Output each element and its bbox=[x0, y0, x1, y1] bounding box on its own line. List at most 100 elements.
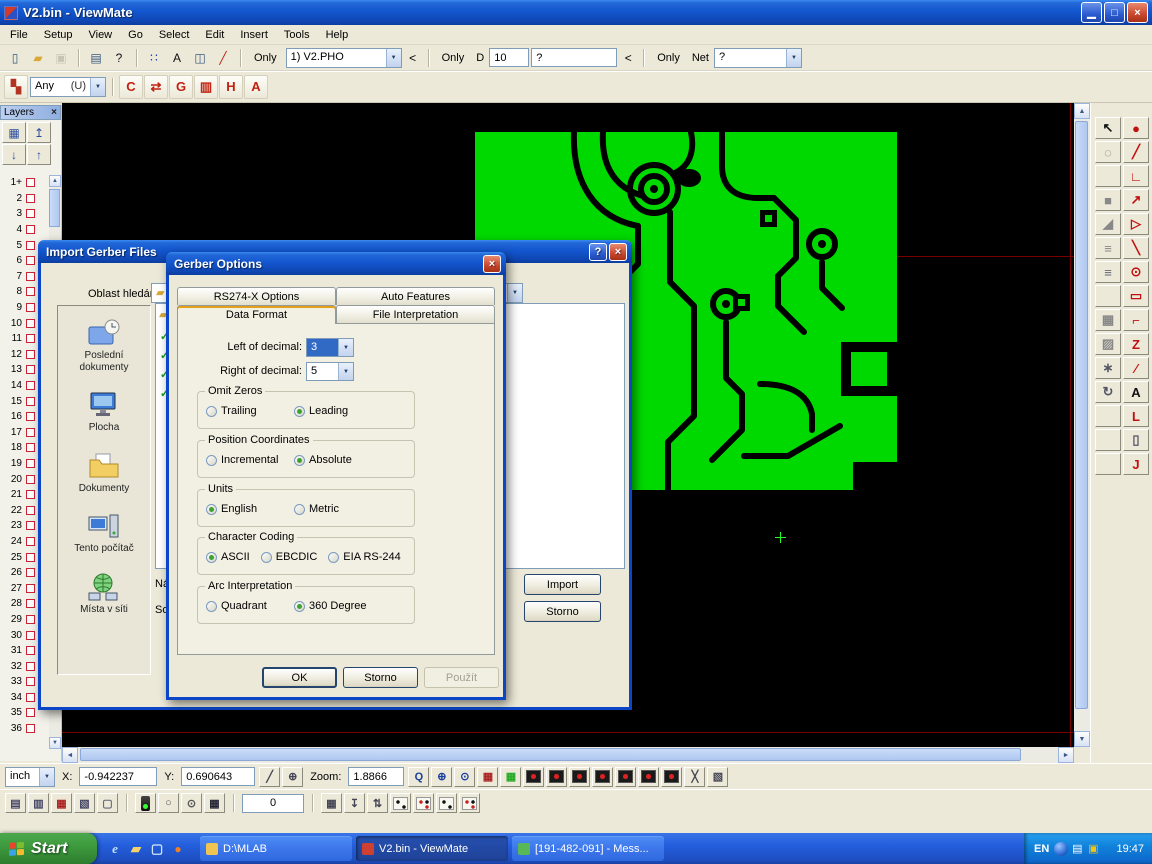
zoom-input[interactable]: 1.8866 bbox=[348, 767, 404, 786]
layer-color-swatch[interactable] bbox=[26, 693, 35, 702]
swap-view-icon[interactable]: ▧ bbox=[707, 767, 728, 787]
scroll-down-icon[interactable]: ▼ bbox=[49, 737, 61, 749]
gerber-dialog-titlebar[interactable]: Gerber Options × bbox=[166, 252, 506, 275]
pan-arrows-button[interactable]: ⇄ bbox=[144, 75, 168, 99]
radio-option[interactable]: Absolute bbox=[294, 454, 382, 466]
menu-item[interactable]: View bbox=[80, 27, 120, 43]
menu-item[interactable]: Go bbox=[120, 27, 151, 43]
hscroll-thumb[interactable] bbox=[80, 748, 1021, 761]
dropdown-arrow-icon[interactable]: ▼ bbox=[338, 363, 353, 380]
measure-button[interactable]: ╱ bbox=[212, 48, 234, 68]
layer-file-combo[interactable]: 1) V2.PHO ▼ bbox=[286, 48, 402, 68]
import-cancel-button[interactable]: Storno bbox=[524, 601, 601, 622]
empty-slot[interactable] bbox=[1095, 405, 1121, 427]
vertical-scrollbar[interactable]: ▲ ▼ bbox=[1074, 103, 1090, 747]
dropdown-arrow-icon[interactable]: ▼ bbox=[386, 49, 401, 67]
text-tool-button[interactable]: A bbox=[1123, 381, 1149, 403]
scroll-up-icon[interactable]: ▲ bbox=[1074, 103, 1090, 119]
film-box-alt-icon[interactable]: ▥ bbox=[28, 793, 49, 813]
previous-dcode-button[interactable]: < bbox=[619, 48, 637, 68]
place-network[interactable]: Místa v síti bbox=[59, 572, 149, 616]
zigzag-tool-button[interactable]: Z bbox=[1123, 333, 1149, 355]
hatch-tool-button[interactable]: ▨ bbox=[1095, 333, 1121, 355]
film-box-icon[interactable]: ▤ bbox=[5, 793, 26, 813]
draw-line-tool-button[interactable]: ╱ bbox=[1123, 141, 1149, 163]
y-coordinate-input[interactable]: 0.690643 bbox=[181, 767, 255, 786]
vscroll-thumb[interactable] bbox=[1075, 121, 1088, 709]
layer-color-swatch[interactable] bbox=[26, 459, 35, 468]
place-recent-documents[interactable]: Poslední dokumenty bbox=[59, 318, 149, 373]
measure-distance-icon[interactable]: ╱ bbox=[259, 767, 280, 787]
empty-slot[interactable] bbox=[1095, 285, 1121, 307]
layer-color-swatch[interactable] bbox=[26, 412, 35, 421]
scroll-right-icon[interactable]: ► bbox=[1058, 747, 1074, 763]
layer-color-swatch[interactable] bbox=[26, 194, 35, 203]
tray-keyboard-icon[interactable]: ▤ bbox=[1070, 842, 1084, 856]
layer-color-swatch[interactable] bbox=[26, 319, 35, 328]
dcode-filter-icon[interactable] bbox=[592, 767, 613, 787]
dot-pattern-icon[interactable] bbox=[436, 793, 457, 813]
radio-option[interactable]: ASCII bbox=[206, 551, 250, 563]
right-of-decimal-combo[interactable]: 5 ▼ bbox=[306, 362, 354, 381]
scroll-up-icon[interactable]: ▲ bbox=[49, 175, 61, 187]
tray-messenger-icon[interactable] bbox=[1054, 842, 1068, 856]
ready-light-icon[interactable] bbox=[135, 793, 156, 813]
save-button[interactable]: ▣ bbox=[50, 48, 72, 68]
ie-quicklaunch[interactable]: e bbox=[107, 841, 123, 857]
mirror-tool-button[interactable]: ◢ bbox=[1095, 213, 1121, 235]
grid-red-icon[interactable]: ▦ bbox=[477, 767, 498, 787]
dcode-input[interactable]: 10 bbox=[489, 48, 529, 67]
new-file-button[interactable]: ▯ bbox=[4, 48, 26, 68]
dropdown-arrow-icon[interactable]: ▼ bbox=[90, 78, 105, 96]
menu-item[interactable]: Select bbox=[151, 27, 198, 43]
only-net-toggle[interactable]: Only bbox=[650, 48, 687, 68]
object-filter-combo[interactable]: Any (U) ▼ bbox=[30, 77, 106, 97]
selection-mode-button[interactable]: ▚ bbox=[4, 75, 28, 99]
dropdown-arrow-icon[interactable]: ▼ bbox=[338, 339, 353, 356]
scroll-left-icon[interactable]: ◄ bbox=[62, 747, 78, 763]
layer-color-swatch[interactable] bbox=[26, 662, 35, 671]
flash-pad-tool-button[interactable]: ● bbox=[1123, 117, 1149, 139]
layer-color-swatch[interactable] bbox=[26, 209, 35, 218]
layer-color-swatch[interactable] bbox=[26, 225, 35, 234]
layer-color-swatch[interactable] bbox=[26, 708, 35, 717]
layer-color-swatch[interactable] bbox=[26, 490, 35, 499]
dcode-filter-icon[interactable] bbox=[569, 767, 590, 787]
radio-option[interactable]: Incremental bbox=[206, 454, 294, 466]
tab-auto-features[interactable]: Auto Features bbox=[336, 287, 495, 305]
layer-color-swatch[interactable] bbox=[26, 599, 35, 608]
layer-color-swatch[interactable] bbox=[26, 537, 35, 546]
left-of-decimal-combo[interactable]: 3 ▼ bbox=[306, 338, 354, 357]
radio-option[interactable]: Leading bbox=[294, 405, 382, 417]
layer-color-swatch[interactable] bbox=[26, 568, 35, 577]
layer-color-swatch[interactable] bbox=[26, 443, 35, 452]
tab-file-interpretation[interactable]: File Interpretation bbox=[336, 305, 495, 323]
polygon-tool-button[interactable]: ▷ bbox=[1123, 213, 1149, 235]
minimize-button[interactable]: ▁ bbox=[1081, 2, 1102, 23]
start-button[interactable]: Start bbox=[0, 833, 97, 864]
menu-item[interactable]: Setup bbox=[36, 27, 81, 43]
only-dcode-toggle[interactable]: Only bbox=[435, 48, 472, 68]
split-view-button[interactable]: ◫ bbox=[189, 48, 211, 68]
layer-color-swatch[interactable] bbox=[26, 256, 35, 265]
net-combo[interactable]: ? ▼ bbox=[714, 48, 802, 68]
layer-move-down-button[interactable]: ↓ bbox=[2, 144, 26, 165]
layer-color-swatch[interactable] bbox=[26, 397, 35, 406]
snap-grid-icon[interactable]: ▦ bbox=[321, 793, 342, 813]
layer-color-swatch[interactable] bbox=[26, 241, 35, 250]
zoom-scale-icon[interactable]: ⊙ bbox=[454, 767, 475, 787]
layer-stack-icon[interactable]: ▧ bbox=[74, 793, 95, 813]
open-file-button[interactable]: ▰ bbox=[27, 48, 49, 68]
task-button-viewmate[interactable]: V2.bin - ViewMate bbox=[356, 836, 508, 861]
scroll-down-icon[interactable]: ▼ bbox=[1074, 731, 1090, 747]
layer-color-swatch[interactable] bbox=[26, 631, 35, 640]
layer-to-top-button[interactable]: ↥ bbox=[27, 122, 51, 143]
empty-slot[interactable] bbox=[1095, 453, 1121, 475]
ok-button[interactable]: OK bbox=[262, 667, 337, 688]
only-layer-toggle[interactable]: Only bbox=[247, 48, 284, 68]
dcode-filter-icon[interactable] bbox=[546, 767, 567, 787]
dropdown-arrow-icon[interactable]: ▼ bbox=[507, 284, 522, 302]
desktop-quicklaunch[interactable]: ▢ bbox=[149, 841, 165, 857]
blank-film-icon[interactable]: ▢ bbox=[97, 793, 118, 813]
layer-color-swatch[interactable] bbox=[26, 365, 35, 374]
